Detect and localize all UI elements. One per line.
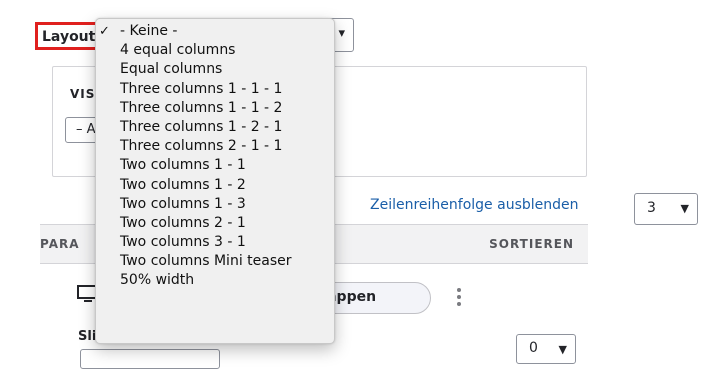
layout-option[interactable]: Two columns 1 - 3 bbox=[96, 195, 334, 214]
layout-option[interactable]: Two columns 2 - 1 bbox=[96, 214, 334, 233]
layout-option[interactable]: Two columns Mini teaser bbox=[96, 252, 334, 271]
layout-option[interactable]: 50% width bbox=[96, 271, 334, 290]
layout-option[interactable]: Two columns 3 - 1 bbox=[96, 233, 334, 252]
layout-option[interactable]: Three columns 1 - 1 - 2 bbox=[96, 99, 334, 118]
column-header-sort[interactable]: SORTIEREN bbox=[489, 237, 574, 251]
layout-option[interactable]: Three columns 1 - 1 - 1 bbox=[96, 80, 334, 99]
chevron-down-icon: ▾ bbox=[338, 26, 345, 41]
layout-option-keine[interactable]: ✓ - Keine - bbox=[96, 22, 334, 41]
layout-option[interactable]: Equal columns bbox=[96, 60, 334, 79]
hide-row-order-link[interactable]: Zeilenreihenfolge ausblenden bbox=[370, 197, 579, 213]
layout-options-list: ✓ - Keine - 4 equal columns Equal columns… bbox=[96, 19, 334, 291]
slider-select[interactable] bbox=[80, 349, 220, 369]
items-per-page-select[interactable]: 3 ▼ bbox=[634, 193, 698, 225]
layout-option[interactable]: Three columns 2 - 1 - 1 bbox=[96, 137, 334, 156]
items-per-page-value: 3 bbox=[647, 200, 656, 216]
slider-label: Sli bbox=[78, 329, 97, 344]
chevron-down-icon: ▼ bbox=[558, 343, 567, 356]
layout-option[interactable]: 4 equal columns bbox=[96, 41, 334, 60]
layout-label: Layout bbox=[35, 22, 99, 50]
kebab-menu-icon[interactable] bbox=[449, 285, 469, 309]
weight-select[interactable]: 0 ▼ bbox=[516, 334, 576, 364]
visibility-label: VIS bbox=[70, 87, 96, 101]
weight-value: 0 bbox=[529, 340, 538, 356]
chevron-down-icon: ▼ bbox=[680, 202, 689, 215]
layout-option[interactable]: Three columns 1 - 2 - 1 bbox=[96, 118, 334, 137]
column-header-paragraph: PARA bbox=[40, 237, 80, 251]
check-icon: ✓ bbox=[99, 24, 110, 39]
layout-dropdown-menu: ✓ - Keine - 4 equal columns Equal columns… bbox=[95, 18, 335, 344]
layout-option[interactable]: Two columns 1 - 2 bbox=[96, 176, 334, 195]
layout-option[interactable]: Two columns 1 - 1 bbox=[96, 156, 334, 175]
